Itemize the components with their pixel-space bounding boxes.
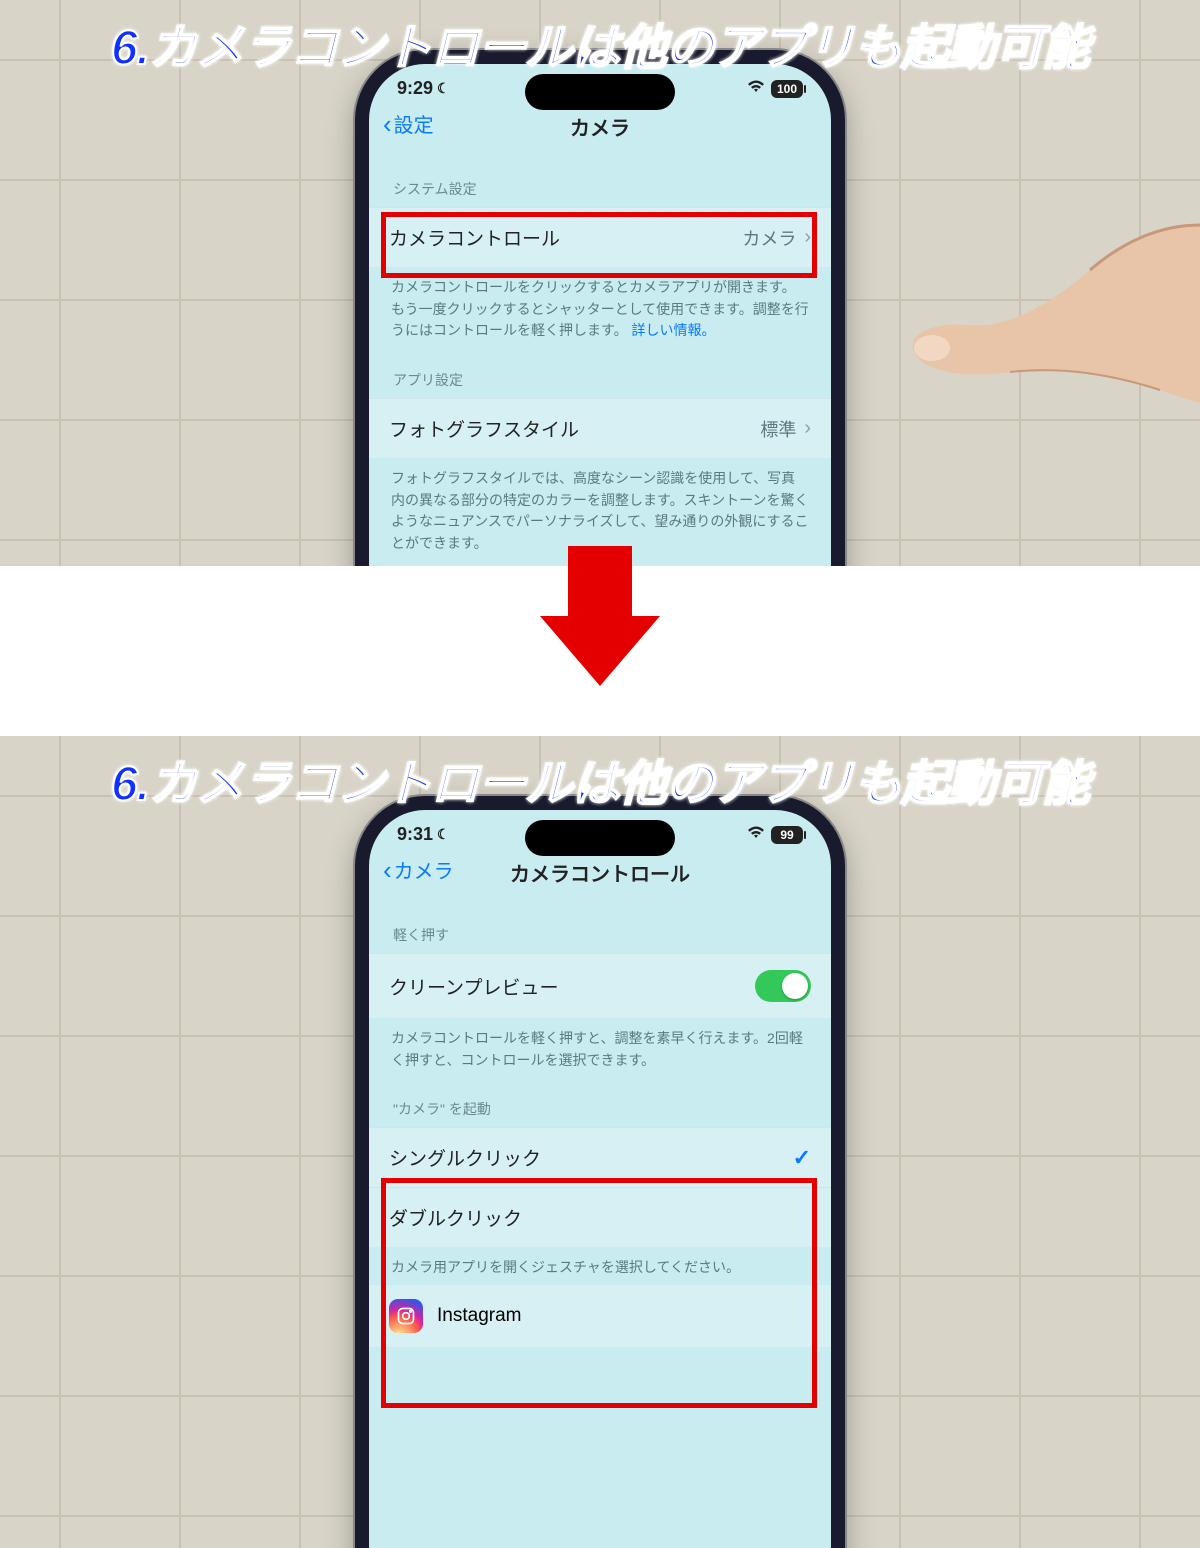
nav-title: カメラ: [570, 112, 630, 141]
gesture-description: カメラ用アプリを開くジェスチャを選択してください。: [369, 1247, 831, 1285]
iphone-frame-1: 9:29 ☾ 100 ‹ 設定 カメラ システム設定 カメラコントロール: [355, 50, 845, 566]
row-value: カメラ: [742, 225, 796, 251]
back-button[interactable]: ‹ カメラ: [383, 855, 454, 884]
instagram-icon: [389, 1299, 423, 1333]
row-photographic-style[interactable]: フォトグラフスタイル 標準 ›: [369, 398, 831, 458]
row-double-click[interactable]: ダブルクリック: [369, 1187, 831, 1247]
settings-content: システム設定 カメラコントロール カメラ › カメラコントロールをクリックすると…: [369, 149, 831, 561]
headline-text: 6.カメラコントロールは他のアプリも起動可能: [0, 744, 1200, 814]
learn-more-link[interactable]: 詳しい情報。: [632, 322, 716, 338]
focus-moon-icon: ☾: [437, 80, 450, 97]
chevron-left-icon: ‹: [383, 111, 392, 137]
toggle-switch-on[interactable]: [755, 970, 811, 1002]
status-time: 9:31: [397, 824, 433, 845]
focus-moon-icon: ☾: [437, 826, 450, 843]
light-press-description: カメラコントロールを軽く押すと、調整を素早く行えます。2回軽く押すと、コントロー…: [369, 1018, 831, 1077]
wifi-icon: [747, 79, 765, 98]
tutorial-panel-2: 6.カメラコントロールは他のアプリも起動可能 9:31 ☾ 99 ‹ カメラ カ…: [0, 736, 1200, 1548]
row-single-click[interactable]: シングルクリック ✓: [369, 1127, 831, 1187]
row-clean-preview[interactable]: クリーンプレビュー: [369, 953, 831, 1018]
row-label: クリーンプレビュー: [389, 973, 558, 1000]
iphone-frame-2: 9:31 ☾ 99 ‹ カメラ カメラコントロール 軽く押す クリーンプレビュー: [355, 796, 845, 1548]
wifi-icon: [747, 825, 765, 844]
pointing-finger: [860, 150, 1200, 430]
tutorial-panel-1: 6.カメラコントロールは他のアプリも起動可能 9:29 ☾ 100 ‹ 設定 カ…: [0, 0, 1200, 566]
chevron-right-icon: ›: [804, 226, 811, 249]
row-label: ダブルクリック: [389, 1204, 522, 1231]
camera-control-description: カメラコントロールをクリックするとカメラアプリが開きます。もう一度クリックすると…: [369, 267, 831, 348]
row-instagram[interactable]: Instagram: [369, 1285, 831, 1347]
row-label: Instagram: [437, 1305, 521, 1327]
headline-text: 6.カメラコントロールは他のアプリも起動可能: [0, 8, 1200, 78]
chevron-right-icon: ›: [804, 417, 811, 440]
group-header-light-press: 軽く押す: [369, 903, 831, 953]
row-label: シングルクリック: [389, 1144, 541, 1171]
group-header-system: システム設定: [369, 157, 831, 207]
flow-arrow: [0, 566, 1200, 736]
battery-indicator: 99: [771, 826, 803, 844]
row-camera-control[interactable]: カメラコントロール カメラ ›: [369, 207, 831, 267]
settings-content: 軽く押す クリーンプレビュー カメラコントロールを軽く押すと、調整を素早く行えま…: [369, 895, 831, 1347]
row-label: フォトグラフスタイル: [389, 415, 579, 442]
back-label: 設定: [394, 109, 434, 138]
down-arrow-icon: [540, 616, 660, 686]
row-label: カメラコントロール: [389, 224, 560, 251]
group-header-app: アプリ設定: [369, 348, 831, 398]
group-header-launch-camera: "カメラ" を起動: [369, 1077, 831, 1127]
battery-indicator: 100: [771, 80, 803, 98]
chevron-left-icon: ‹: [383, 857, 392, 883]
checkmark-icon: ✓: [793, 1145, 811, 1171]
back-label: カメラ: [394, 855, 454, 884]
dynamic-island: [525, 820, 675, 856]
dynamic-island: [525, 74, 675, 110]
back-button[interactable]: ‹ 設定: [383, 109, 434, 138]
nav-title: カメラコントロール: [510, 858, 690, 887]
row-value: 標準: [760, 416, 796, 442]
status-time: 9:29: [397, 78, 433, 99]
